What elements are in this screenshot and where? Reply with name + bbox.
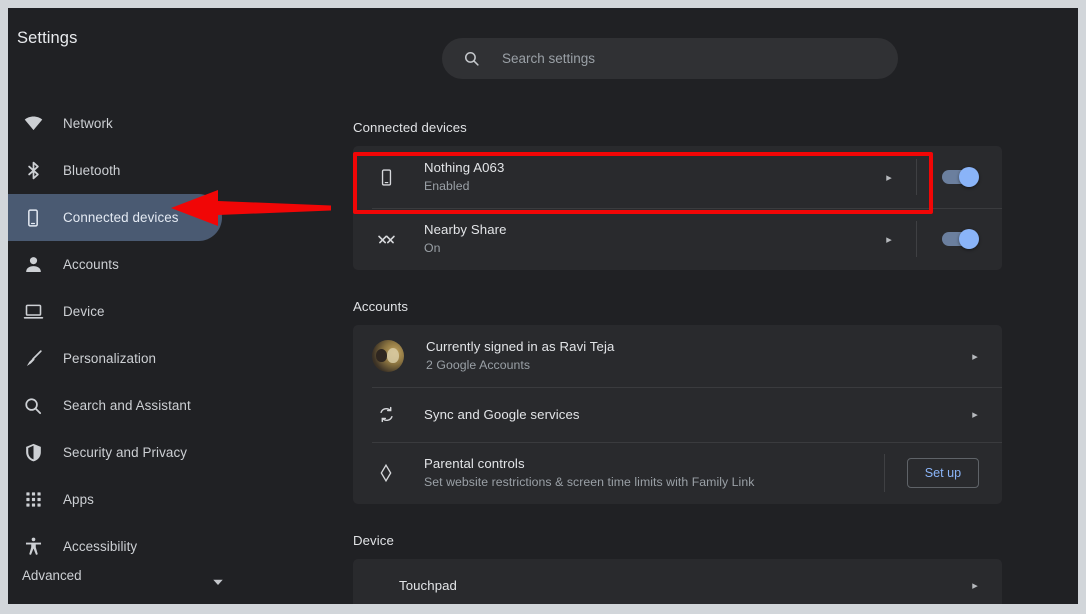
sidebar-item-search-and-assistant[interactable]: Search and Assistant bbox=[8, 382, 222, 429]
sidebar-item-label: Security and Privacy bbox=[63, 445, 188, 460]
accounts-card: Currently signed in as Ravi Teja 2 Googl… bbox=[353, 325, 1002, 504]
brush-icon bbox=[22, 348, 44, 370]
toggle-knob bbox=[959, 229, 979, 249]
search-icon bbox=[22, 395, 44, 417]
device-card: Touchpad ▸ bbox=[353, 559, 1002, 604]
sidebar-item-security-and-privacy[interactable]: Security and Privacy bbox=[8, 429, 222, 476]
row-touchpad[interactable]: Touchpad ▸ bbox=[353, 559, 1002, 604]
sidebar-item-label: Connected devices bbox=[63, 210, 179, 225]
row-nearby-share[interactable]: Nearby Share On ▸ bbox=[353, 208, 1002, 270]
sidebar-item-bluetooth[interactable]: Bluetooth bbox=[8, 147, 222, 194]
set-up-button[interactable]: Set up bbox=[906, 458, 980, 488]
sidebar-item-network[interactable]: Network bbox=[8, 100, 222, 147]
sidebar-item-label: Apps bbox=[63, 492, 94, 507]
section-heading: Accounts bbox=[353, 299, 409, 314]
family-link-icon bbox=[372, 459, 400, 487]
sidebar-item-label: Network bbox=[63, 116, 113, 131]
chevron-right-icon[interactable]: ▸ bbox=[878, 233, 900, 246]
phone-icon bbox=[372, 163, 400, 191]
chevron-right-icon[interactable]: ▸ bbox=[964, 408, 986, 421]
phone-icon bbox=[22, 207, 44, 229]
settings-app-root: Settings Network Bluetooth bbox=[8, 8, 1078, 604]
sidebar-item-accounts[interactable]: Accounts bbox=[8, 241, 222, 288]
toggle-cell bbox=[916, 146, 1002, 208]
laptop-icon bbox=[22, 301, 44, 323]
section-connected-devices: Connected devices Nothing A063 Enabled ▸ bbox=[353, 90, 1078, 270]
sidebar-item-device[interactable]: Device bbox=[8, 288, 222, 335]
chevron-right-icon[interactable]: ▸ bbox=[964, 350, 986, 363]
section-heading: Connected devices bbox=[353, 120, 467, 135]
section-accounts: Accounts Currently signed in as Ravi Tej… bbox=[353, 299, 1078, 504]
sync-icon bbox=[372, 401, 400, 429]
search-input[interactable] bbox=[502, 51, 898, 66]
grid-apps-icon bbox=[22, 489, 44, 511]
row-subtitle: On bbox=[424, 241, 441, 255]
row-nothing-a063[interactable]: Nothing A063 Enabled ▸ bbox=[353, 146, 1002, 208]
search-box[interactable] bbox=[442, 38, 898, 79]
browser-window-frame: Settings Network Bluetooth bbox=[0, 0, 1086, 614]
row-parental-controls[interactable]: Parental controls Set website restrictio… bbox=[353, 442, 1002, 504]
row-title: Nothing A063 bbox=[424, 160, 505, 175]
row-text: Parental controls Set website restrictio… bbox=[424, 455, 884, 491]
person-icon bbox=[22, 254, 44, 276]
row-subtitle: Set website restrictions & screen time l… bbox=[424, 475, 755, 489]
toggle-nothing-a063[interactable] bbox=[942, 167, 979, 187]
sidebar-item-connected-devices[interactable]: Connected devices bbox=[8, 194, 222, 241]
row-sync-and-google-services[interactable]: Sync and Google services ▸ bbox=[353, 387, 1002, 442]
row-text: Touchpad bbox=[399, 577, 964, 594]
page-title: Settings bbox=[17, 29, 78, 47]
row-title: Nearby Share bbox=[424, 222, 507, 237]
sidebar-item-apps[interactable]: Apps bbox=[8, 476, 222, 523]
toggle-nearby-share[interactable] bbox=[942, 229, 979, 249]
sidebar: Network Bluetooth Connected devices Acco… bbox=[8, 90, 240, 604]
row-title: Currently signed in as Ravi Teja bbox=[426, 339, 615, 354]
row-title: Sync and Google services bbox=[424, 407, 580, 422]
search-icon bbox=[442, 50, 480, 67]
avatar bbox=[372, 340, 404, 372]
row-signed-in-account[interactable]: Currently signed in as Ravi Teja 2 Googl… bbox=[353, 325, 1002, 387]
row-title: Touchpad bbox=[399, 577, 457, 593]
sidebar-item-label: Bluetooth bbox=[63, 163, 121, 178]
row-text: Currently signed in as Ravi Teja 2 Googl… bbox=[426, 338, 964, 374]
toggle-knob bbox=[959, 167, 979, 187]
row-text: Nothing A063 Enabled bbox=[424, 159, 878, 195]
sidebar-advanced-toggle[interactable]: Advanced bbox=[8, 560, 240, 590]
row-subtitle: 2 Google Accounts bbox=[426, 358, 531, 372]
row-title: Parental controls bbox=[424, 456, 525, 471]
section-heading: Device bbox=[353, 533, 394, 548]
toggle-cell bbox=[916, 208, 1002, 270]
top-bar: Settings bbox=[8, 8, 1078, 90]
sidebar-advanced-label: Advanced bbox=[22, 567, 82, 583]
main-content: Connected devices Nothing A063 Enabled ▸ bbox=[240, 90, 1078, 604]
sidebar-item-label: Accessibility bbox=[63, 539, 138, 554]
chevron-right-icon[interactable]: ▸ bbox=[964, 579, 986, 592]
shield-icon bbox=[22, 442, 44, 464]
setup-cell: Set up bbox=[884, 442, 1002, 504]
nearby-share-icon bbox=[372, 225, 400, 253]
sidebar-item-label: Device bbox=[63, 304, 105, 319]
connected-devices-card: Nothing A063 Enabled ▸ Nearby Share On ▸ bbox=[353, 146, 1002, 270]
row-text: Nearby Share On bbox=[424, 221, 878, 257]
row-text: Sync and Google services bbox=[424, 406, 964, 423]
accessibility-icon bbox=[22, 536, 44, 558]
wifi-icon bbox=[22, 113, 44, 135]
sidebar-item-label: Search and Assistant bbox=[63, 398, 191, 413]
sidebar-item-label: Accounts bbox=[63, 257, 119, 272]
sidebar-item-personalization[interactable]: Personalization bbox=[8, 335, 222, 382]
bluetooth-icon bbox=[22, 160, 44, 182]
row-subtitle: Enabled bbox=[424, 179, 470, 193]
chevron-right-icon[interactable]: ▸ bbox=[878, 171, 900, 184]
section-device: Device Touchpad ▸ bbox=[353, 533, 1078, 604]
sidebar-item-label: Personalization bbox=[63, 351, 157, 366]
